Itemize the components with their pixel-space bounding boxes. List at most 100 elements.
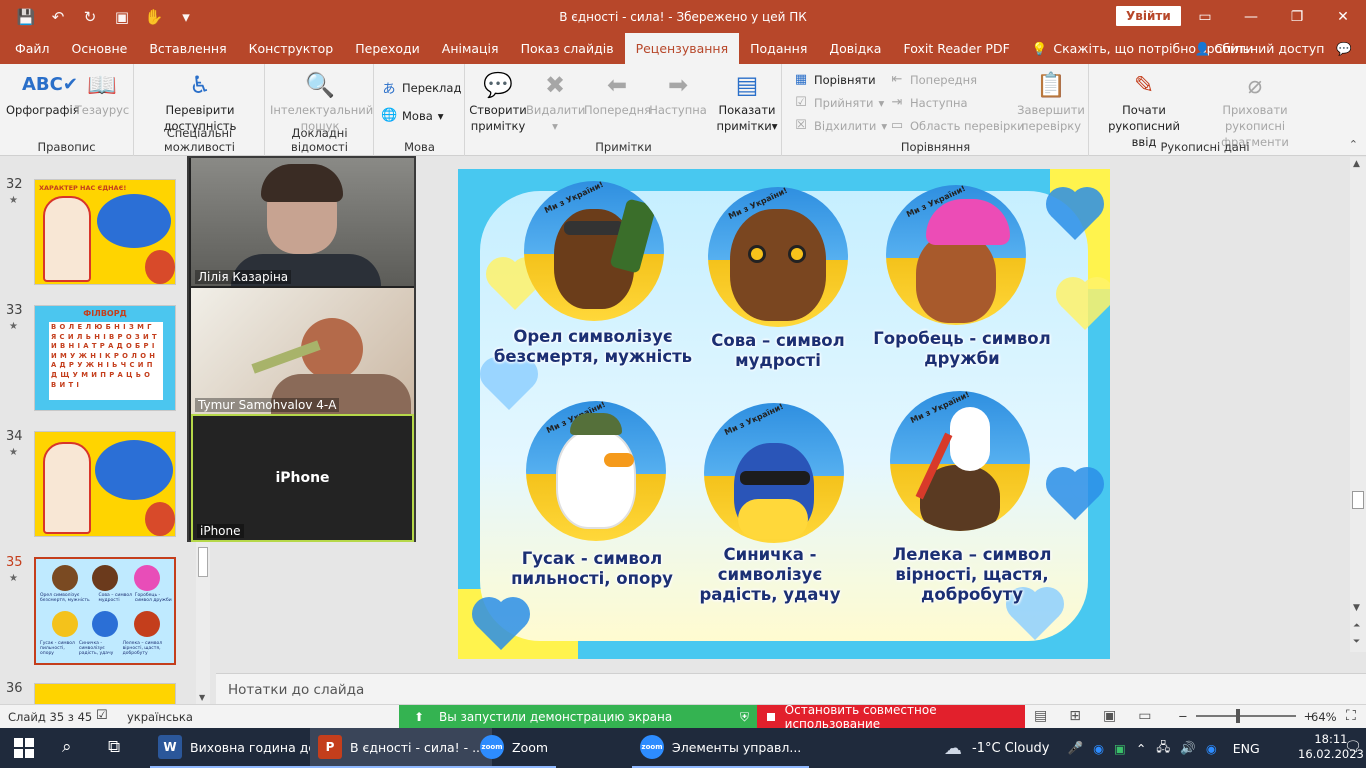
zoom-share-tray-icon[interactable]: ◉ xyxy=(1206,741,1217,756)
windows-start-icon[interactable] xyxy=(14,738,34,758)
spell-check-icon[interactable]: ☑ xyxy=(96,708,108,723)
mini-caption: Орел символізує безсмертя, мужність xyxy=(40,593,90,603)
minimize-button[interactable]: — xyxy=(1228,0,1274,33)
delete-comment-button[interactable]: ✖ Видалити ▾ xyxy=(526,70,585,134)
slide-thumbnail-33[interactable]: ФІЛВОРД ВОЛЕЛЮБНІЗМГЯСИЛЬНІВРОЗИТИВНІАТР… xyxy=(34,305,176,411)
weather-text[interactable]: -1°C Cloudy xyxy=(972,741,1050,756)
notifications-icon[interactable]: 🗨 xyxy=(1344,739,1362,755)
tab-home[interactable]: Основне xyxy=(61,33,139,64)
smart-lookup-button[interactable]: 🔍 Інтелектуальний пошук xyxy=(270,70,373,134)
previous-change-button[interactable]: ⇤ Попередня xyxy=(889,72,978,87)
speaker-icon[interactable]: 🔊 xyxy=(1180,740,1196,756)
thesaurus-button[interactable]: 📖 Тезаурус xyxy=(74,70,130,118)
cloud-icon: ☁ xyxy=(944,737,962,759)
save-icon[interactable]: 💾 xyxy=(12,4,40,30)
slide-thumbnail-34[interactable] xyxy=(34,431,176,537)
video-tile-tymur[interactable]: Tymur Samohvalov 4-А xyxy=(191,288,414,414)
next-change-button[interactable]: ⇥ Наступна xyxy=(889,95,968,110)
language-indicator[interactable]: українська xyxy=(127,710,193,724)
fit-to-window-icon[interactable]: ⛶ xyxy=(1346,708,1356,724)
translate-button[interactable]: あ Переклад xyxy=(381,78,461,98)
scroll-down-icon[interactable]: ▼ xyxy=(199,693,205,702)
next-slide-icon[interactable]: ⏷ xyxy=(1353,637,1360,647)
slideshow-view-icon[interactable]: ▭ xyxy=(1138,708,1151,724)
chevron-up-icon[interactable]: ⌃ xyxy=(1136,741,1146,756)
tab-help[interactable]: Довідка xyxy=(818,33,892,64)
touch-mode-icon[interactable]: ✋ xyxy=(140,4,168,30)
tab-animations[interactable]: Анімація xyxy=(431,33,510,64)
search-icon[interactable]: ⌕ xyxy=(62,737,72,757)
tab-insert[interactable]: Вставлення xyxy=(138,33,237,64)
slide-thumbnail-35[interactable]: Орел символізує безсмертя, мужність Сова … xyxy=(34,557,176,665)
scroll-down-icon[interactable]: ▼ xyxy=(1353,603,1360,613)
network-icon[interactable]: 🖧 xyxy=(1156,738,1170,759)
tab-file[interactable]: Файл xyxy=(0,33,61,64)
reject-button[interactable]: ☒ Відхилити ▾ xyxy=(793,118,887,133)
slide-sorter-icon[interactable]: ⊞ xyxy=(1069,708,1081,724)
reading-view-icon[interactable]: ▣ xyxy=(1103,708,1116,724)
zoom-knob[interactable] xyxy=(1235,709,1240,723)
next-comment-button[interactable]: ➡ Наступна xyxy=(648,70,708,118)
comments-icon[interactable]: 💬 xyxy=(1336,41,1352,57)
share-button[interactable]: 👤 Спільний доступ xyxy=(1195,41,1325,57)
video-tile-lilia[interactable]: Лілія Казаріна xyxy=(191,158,414,286)
start-inking-button[interactable]: ✎ Почати рукописний ввід xyxy=(1094,70,1194,150)
tab-review[interactable]: Рецензування xyxy=(624,33,740,64)
tab-slideshow[interactable]: Показ слайдів xyxy=(510,33,625,64)
video-tile-iphone[interactable]: iPhone iPhone xyxy=(191,414,414,542)
scrollbar-thumb[interactable] xyxy=(1352,491,1364,509)
taskbar-powerpoint[interactable]: P В єдності - сила! - ... xyxy=(310,728,492,768)
ribbon-display-options-icon[interactable]: ▭ xyxy=(1182,0,1228,33)
current-slide[interactable]: Ми з України! Ми з України! Ми з України… xyxy=(458,169,1110,659)
hide-ink-button[interactable]: ⌀ Приховати рукописні фрагменти xyxy=(1194,70,1316,150)
customize-toolbar-icon[interactable]: ▾ xyxy=(172,4,200,30)
screen-share-banner[interactable]: ⬆ Вы запустили демонстрацию экрана ⛨ xyxy=(399,705,757,729)
previous-comment-button[interactable]: ⬅ Попередня xyxy=(584,70,651,118)
zoom-video-gallery: Лілія Казаріна Tymur Samohvalov 4-А iPho… xyxy=(187,156,416,542)
compare-button[interactable]: ▦ Порівняти xyxy=(793,72,876,87)
new-comment-button[interactable]: 💬 Створити примітку xyxy=(468,70,528,134)
tab-view[interactable]: Подання xyxy=(739,33,818,64)
zoom-percent[interactable]: 64% xyxy=(1311,710,1337,724)
reviewing-pane-button[interactable]: ▭ Область перевірки xyxy=(889,118,1025,133)
camtasia-tray-icon[interactable]: ▣ xyxy=(1114,741,1126,756)
check-accessibility-button[interactable]: ♿ Перевірити доступність xyxy=(145,70,255,134)
task-view-icon[interactable]: ⧉ xyxy=(108,737,120,757)
language-button[interactable]: 🌐 Мова ▾ xyxy=(381,108,444,123)
slide-thumbnail-32[interactable]: ХАРАКТЕР НАС ЄДНАЄ! xyxy=(34,179,176,285)
scrollbar-thumb[interactable] xyxy=(198,547,208,577)
show-comments-button[interactable]: ▤ Показати примітки▾ xyxy=(714,70,780,134)
taskbar-word[interactable]: W Виховна година до... xyxy=(150,728,336,768)
undo-icon[interactable]: ↶ xyxy=(44,4,72,30)
accept-button[interactable]: ☑ Прийняти ▾ xyxy=(793,95,884,110)
end-review-button[interactable]: 📋 Завершити перевірку xyxy=(1015,70,1087,134)
animation-star-icon: ★ xyxy=(9,195,18,206)
spelling-button[interactable]: ABC✔ Орфографія xyxy=(6,70,80,118)
slide-thumbnail-36[interactable] xyxy=(34,683,176,704)
tab-transitions[interactable]: Переходи xyxy=(344,33,431,64)
stop-share-button[interactable]: Остановить совместное использование xyxy=(757,703,1025,731)
slide-scrollbar[interactable]: ▲ ▼ ⏶ ⏷ xyxy=(1350,157,1366,652)
scroll-up-icon[interactable]: ▲ xyxy=(1353,159,1360,169)
microphone-icon[interactable]: 🎤 xyxy=(1068,740,1084,756)
notes-pane[interactable]: Нотатки до слайда xyxy=(216,673,1366,704)
redo-icon[interactable]: ↻ xyxy=(76,4,104,30)
tab-design[interactable]: Конструктор xyxy=(238,33,345,64)
taskbar-zoom[interactable]: zoom Zoom xyxy=(472,728,557,768)
sign-in-button[interactable]: Увійти xyxy=(1116,6,1181,26)
zoom-slider[interactable]: − + xyxy=(1178,709,1313,723)
group-label: Докладні відомості xyxy=(291,126,348,154)
tab-foxit[interactable]: Foxit Reader PDF xyxy=(892,33,1020,64)
taskbar-zoom-controls[interactable]: zoom Элементы управл... xyxy=(632,728,810,768)
close-button[interactable]: ✕ xyxy=(1320,0,1366,33)
collapse-ribbon-icon[interactable]: ⌃ xyxy=(1349,138,1358,151)
zoom-out-button[interactable]: − xyxy=(1178,709,1188,723)
previous-slide-icon[interactable]: ⏶ xyxy=(1353,621,1360,631)
zoom-track[interactable] xyxy=(1195,709,1296,723)
hide-ink-label-1: Приховати рукописні xyxy=(1222,103,1288,133)
zoom-tray-icon[interactable]: ◉ xyxy=(1093,741,1104,756)
present-from-start-icon[interactable]: ▣ xyxy=(108,4,136,30)
restore-button[interactable]: ❐ xyxy=(1274,0,1320,33)
normal-view-icon[interactable]: ▤ xyxy=(1034,708,1047,724)
input-language[interactable]: ENG xyxy=(1233,741,1260,756)
